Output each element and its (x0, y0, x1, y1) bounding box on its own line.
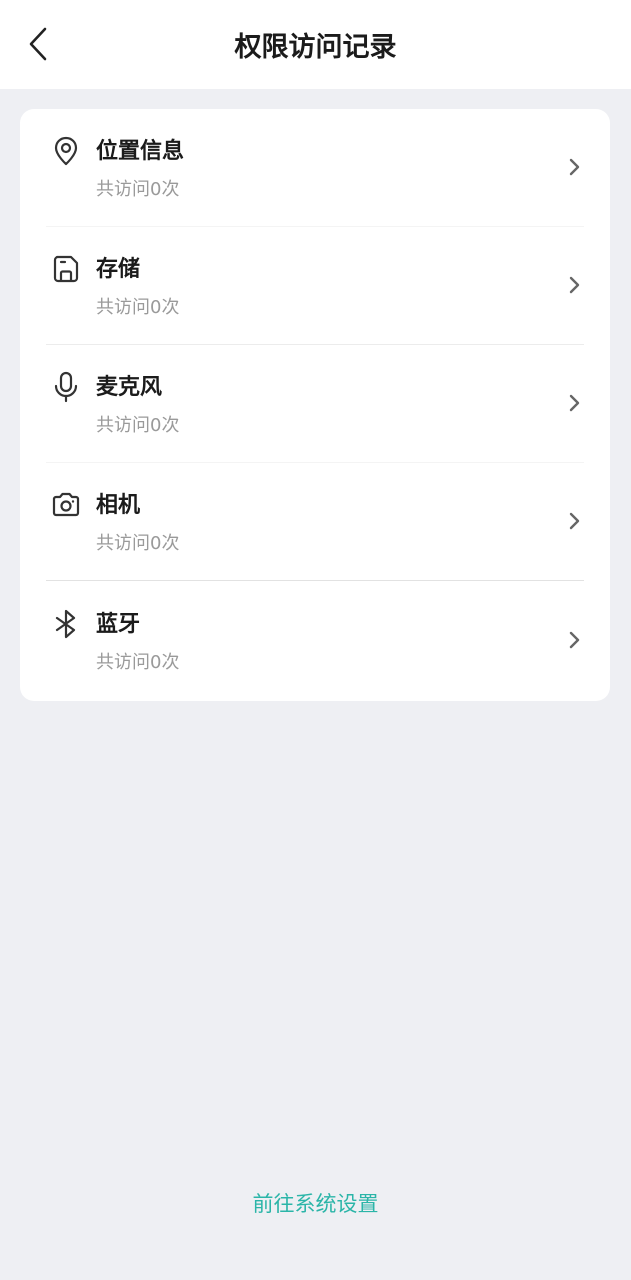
access-count: 共访问0次 (96, 297, 180, 318)
permission-label: 存储 (96, 257, 141, 282)
access-count: 共访问0次 (96, 533, 180, 554)
access-count: 共访问0次 (96, 652, 180, 673)
chevron-right-icon (569, 158, 580, 176)
storage-icon (53, 255, 79, 283)
permission-item-bluetooth[interactable]: 蓝牙 共访问0次 (20, 582, 610, 700)
permission-item-camera[interactable]: 相机 共访问0次 (20, 463, 610, 581)
chevron-left-icon (29, 27, 47, 61)
permission-item-storage[interactable]: 存储 共访问0次 (20, 227, 610, 345)
permission-label: 相机 (96, 493, 141, 518)
top-bar: 权限访问记录 (0, 0, 631, 89)
permission-item-microphone[interactable]: 麦克风 共访问0次 (20, 345, 610, 463)
access-count: 共访问0次 (96, 415, 180, 436)
permission-list: 位置信息 共访问0次 存储 共访问0次 麦克风 共访问0次 相机 共访问0次 蓝… (20, 109, 610, 701)
chevron-right-icon (569, 276, 580, 294)
access-count: 共访问0次 (96, 179, 180, 200)
page-title: 权限访问记录 (234, 32, 397, 63)
camera-icon (52, 492, 80, 517)
microphone-icon (54, 371, 78, 403)
permission-label: 麦克风 (96, 375, 163, 400)
back-button[interactable] (18, 24, 58, 64)
location-pin-icon (54, 136, 78, 166)
chevron-right-icon (569, 631, 580, 649)
bluetooth-icon (55, 609, 76, 639)
chevron-right-icon (569, 394, 580, 412)
chevron-right-icon (569, 512, 580, 530)
permission-label: 蓝牙 (96, 612, 141, 637)
permission-item-location[interactable]: 位置信息 共访问0次 (20, 109, 610, 227)
permission-label: 位置信息 (96, 139, 185, 164)
open-system-settings-link[interactable]: 前往系统设置 (0, 1186, 631, 1222)
divider (46, 580, 584, 581)
